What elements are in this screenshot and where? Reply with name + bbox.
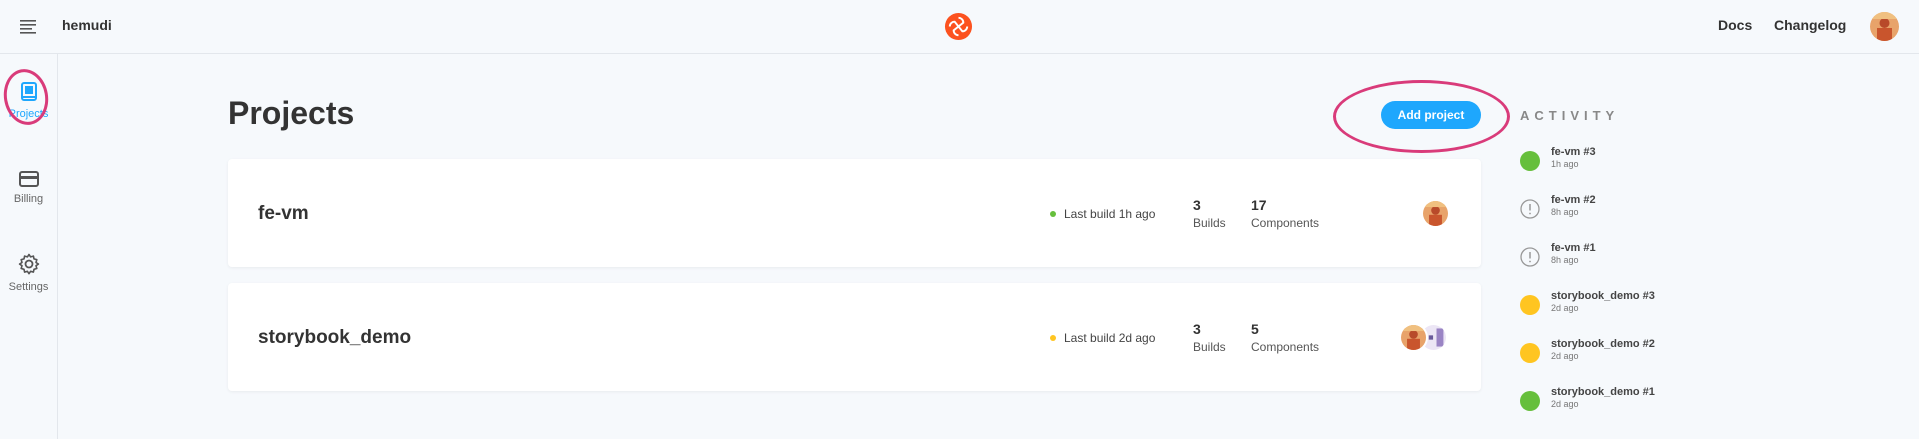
- sidebar-item-label: Projects: [8, 108, 49, 120]
- top-bar: hemudi Docs Changelog: [0, 0, 1919, 54]
- project-name: fe-vm: [258, 203, 309, 224]
- builds-label: Builds: [1193, 340, 1226, 354]
- build-passed-icon: [1520, 151, 1540, 171]
- builds-stat: 3 Builds: [1193, 321, 1226, 354]
- activity-item[interactable]: storybook_demo #3 2d ago: [1520, 290, 1720, 322]
- page-title: Projects: [228, 95, 355, 131]
- activity-build-time: 8h ago: [1551, 255, 1579, 265]
- sidebar-item-projects[interactable]: Projects: [0, 81, 57, 120]
- chromatic-logo-icon[interactable]: [944, 12, 973, 41]
- activity-build-name: fe-vm #3: [1551, 146, 1596, 158]
- activity-build-name: storybook_demo #1: [1551, 386, 1655, 398]
- last-build-status: Last build 1h ago: [1050, 207, 1155, 221]
- activity-build-name: fe-vm #1: [1551, 242, 1596, 254]
- gear-icon: [18, 253, 39, 275]
- sidebar: Projects Billing Settings: [0, 54, 58, 439]
- activity-build-time: 2d ago: [1551, 399, 1579, 409]
- sidebar-item-label: Settings: [8, 281, 49, 293]
- components-stat: 17 Components: [1251, 197, 1319, 230]
- activity-build-name: storybook_demo #2: [1551, 338, 1655, 350]
- hamburger-menu-icon[interactable]: [18, 17, 38, 35]
- last-build-status: Last build 2d ago: [1050, 331, 1155, 345]
- last-build-text: Last build 1h ago: [1064, 207, 1156, 221]
- builds-label: Builds: [1193, 216, 1226, 230]
- project-name: storybook_demo: [258, 327, 412, 348]
- sidebar-item-settings[interactable]: Settings: [0, 252, 57, 293]
- add-project-button[interactable]: Add project: [1381, 101, 1481, 129]
- activity-item[interactable]: fe-vm #3 1h ago: [1520, 146, 1720, 178]
- components-label: Components: [1251, 340, 1320, 354]
- credit-card-icon: [18, 171, 39, 187]
- activity-build-name: fe-vm #2: [1551, 194, 1596, 206]
- build-pending-icon: [1520, 343, 1540, 363]
- user-avatar[interactable]: [1870, 12, 1899, 41]
- nav-docs-link[interactable]: Docs: [1718, 17, 1752, 33]
- collaborator-avatar: [1421, 199, 1450, 228]
- status-dot-icon: [1050, 335, 1056, 341]
- activity-build-time: 2d ago: [1551, 351, 1579, 361]
- components-count: 5: [1251, 321, 1259, 337]
- account-name[interactable]: hemudi: [62, 17, 112, 33]
- project-card-fe-vm[interactable]: fe-vm Last build 1h ago 3 Builds 17 Comp…: [228, 159, 1481, 267]
- activity-item[interactable]: storybook_demo #2 2d ago: [1520, 338, 1720, 370]
- project-card-storybook-demo[interactable]: storybook_demo Last build 2d ago 3 Build…: [228, 283, 1481, 391]
- activity-item[interactable]: fe-vm #1 8h ago: [1520, 242, 1720, 274]
- sidebar-item-billing[interactable]: Billing: [0, 170, 57, 205]
- activity-build-name: storybook_demo #3: [1551, 290, 1655, 302]
- build-passed-icon: [1520, 391, 1540, 411]
- last-build-text: Last build 2d ago: [1064, 331, 1156, 345]
- build-pending-icon: [1520, 295, 1540, 315]
- build-error-icon: [1520, 199, 1540, 219]
- collaborator-avatar: [1399, 323, 1428, 352]
- builds-stat: 3 Builds: [1193, 197, 1226, 230]
- book-icon: [20, 82, 37, 101]
- nav-changelog-link[interactable]: Changelog: [1774, 17, 1846, 33]
- sidebar-item-label: Billing: [13, 193, 44, 205]
- components-stat: 5 Components: [1251, 321, 1319, 354]
- builds-count: 3: [1193, 321, 1201, 337]
- activity-build-time: 2d ago: [1551, 303, 1579, 313]
- build-error-icon: [1520, 247, 1540, 267]
- activity-heading: ACTIVITY: [1520, 108, 1620, 123]
- components-label: Components: [1251, 216, 1320, 230]
- activity-build-time: 8h ago: [1551, 207, 1579, 217]
- activity-build-time: 1h ago: [1551, 159, 1579, 169]
- builds-count: 3: [1193, 197, 1201, 213]
- activity-item[interactable]: fe-vm #2 8h ago: [1520, 194, 1720, 226]
- components-count: 17: [1251, 197, 1267, 213]
- status-dot-icon: [1050, 211, 1056, 217]
- activity-item[interactable]: storybook_demo #1 2d ago: [1520, 386, 1720, 418]
